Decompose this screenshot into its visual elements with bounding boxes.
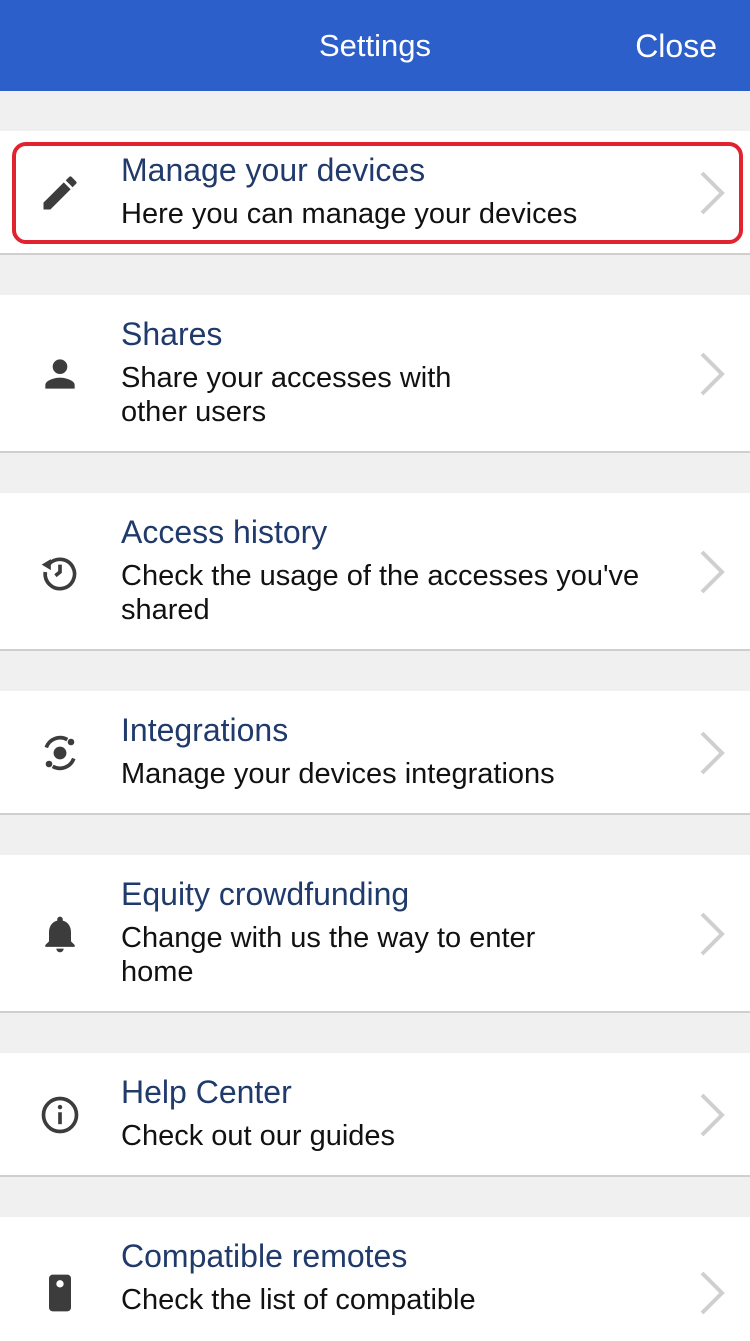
- item-description: Here you can manage your devices: [121, 198, 578, 230]
- item-label: Access history: [121, 514, 328, 550]
- item-description: Manage your devices integrations: [121, 758, 555, 790]
- chevron-right-icon: [696, 729, 726, 777]
- person-icon: [36, 350, 84, 398]
- settings-item-access-history[interactable]: Access history Check the usage of the ac…: [0, 493, 750, 651]
- chevron-right-icon: [696, 548, 726, 596]
- chevron-right-icon: [696, 1269, 726, 1317]
- chevron-right-icon: [696, 350, 726, 398]
- settings-item-help-center[interactable]: Help Center Check out our guides: [0, 1053, 750, 1177]
- item-label: Manage your devices: [121, 152, 426, 188]
- settings-item-equity-crowdfunding[interactable]: Equity crowdfunding Change with us the w…: [0, 855, 750, 1013]
- remote-icon: [36, 1269, 84, 1317]
- close-button[interactable]: Close: [635, 28, 717, 65]
- bell-icon: [36, 910, 84, 958]
- app-header: Settings Close: [0, 0, 750, 91]
- settings-item-manage-devices[interactable]: Manage your devices Here you can manage …: [0, 131, 750, 255]
- integrations-icon: [36, 729, 84, 777]
- settings-item-integrations[interactable]: Integrations Manage your devices integra…: [0, 691, 750, 815]
- settings-item-compatible-remotes[interactable]: Compatible remotes Check the list of com…: [0, 1217, 750, 1341]
- item-label: Integrations: [121, 712, 289, 748]
- item-label: Shares: [121, 316, 223, 352]
- history-icon: [36, 548, 84, 596]
- chevron-right-icon: [696, 910, 726, 958]
- item-label: Help Center: [121, 1074, 292, 1110]
- info-icon: [36, 1091, 84, 1139]
- chevron-right-icon: [696, 1091, 726, 1139]
- item-description: Check the list of compatible: [121, 1284, 476, 1316]
- item-label: Compatible remotes: [121, 1238, 408, 1274]
- item-description: Check the usage of the accesses you've s…: [121, 560, 640, 626]
- settings-item-shares[interactable]: Shares Share your accesses with other us…: [0, 295, 750, 453]
- item-description: Check out our guides: [121, 1120, 396, 1152]
- item-label: Equity crowdfunding: [121, 876, 410, 912]
- chevron-right-icon: [696, 169, 726, 217]
- item-description: Change with us the way to enter home: [121, 922, 536, 988]
- item-description: Share your accesses with other users: [121, 362, 452, 428]
- pencil-icon: [36, 169, 84, 217]
